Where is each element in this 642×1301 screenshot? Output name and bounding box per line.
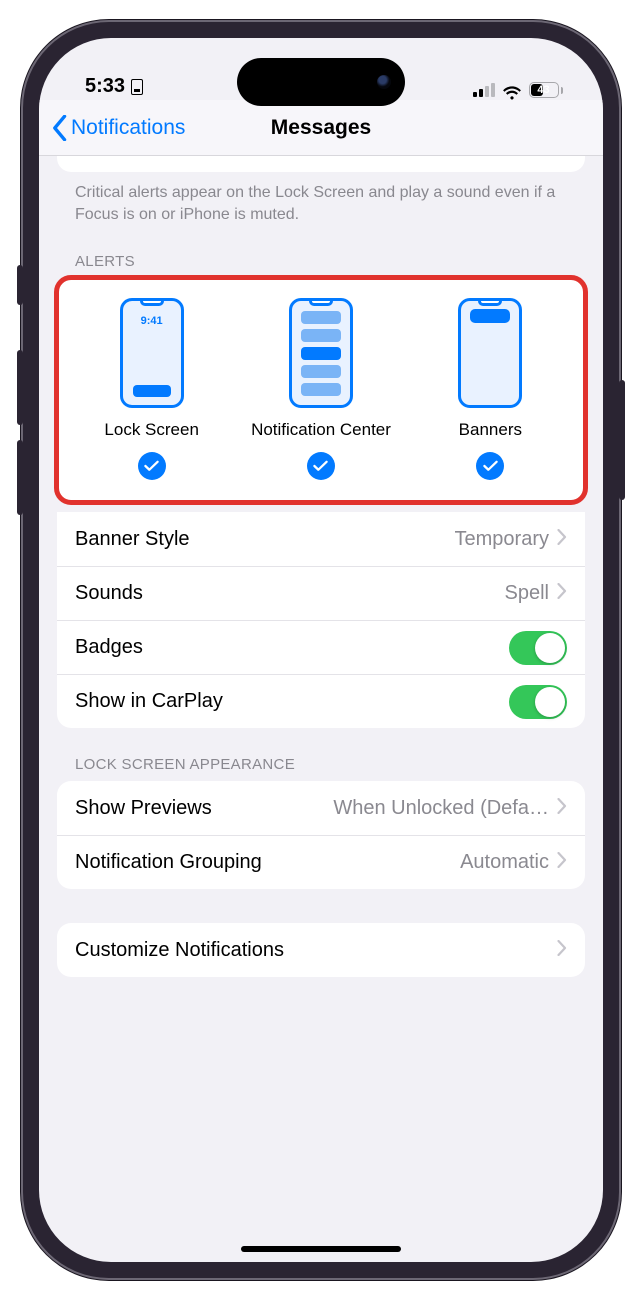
- badges-row[interactable]: Badges: [57, 620, 585, 674]
- battery-icon: 43: [529, 82, 564, 98]
- chevron-right-icon: [557, 851, 567, 874]
- cell-signal-icon: [473, 83, 495, 97]
- checkmark-icon: [307, 452, 335, 480]
- badges-toggle[interactable]: [509, 631, 567, 665]
- phone-frame: 5:33 43 Notifications Messages: [21, 20, 621, 1280]
- customize-group: Customize Notifications: [57, 923, 585, 977]
- chevron-left-icon: [51, 115, 69, 141]
- time-sensitive-row[interactable]: Time Sensitive Notifications: [57, 156, 585, 172]
- alert-option-lock-screen[interactable]: 9:41 Lock Screen: [67, 298, 236, 480]
- alert-option-banners[interactable]: Banners: [406, 298, 575, 480]
- nav-bar: Notifications Messages: [39, 100, 603, 156]
- alert-option-notification-center[interactable]: Notification Center: [236, 298, 405, 480]
- checkmark-icon: [476, 452, 504, 480]
- volume-down-button: [17, 440, 23, 515]
- wifi-icon: [502, 83, 522, 97]
- alert-label: Notification Center: [251, 420, 391, 440]
- sim-card-icon: [131, 79, 143, 95]
- row-label: Show in CarPlay: [75, 690, 509, 713]
- row-label: Notification Grouping: [75, 851, 460, 874]
- row-value: When Unlocked (Defa…: [333, 797, 549, 820]
- chevron-right-icon: [557, 528, 567, 551]
- alerts-box: 9:41 Lock Screen Notification Center: [57, 278, 585, 502]
- row-value: Spell: [505, 582, 549, 605]
- carplay-row[interactable]: Show in CarPlay: [57, 674, 585, 728]
- back-label: Notifications: [71, 116, 185, 140]
- back-button[interactable]: Notifications: [51, 115, 185, 141]
- critical-alerts-note: Critical alerts appear on the Lock Scree…: [39, 172, 603, 225]
- battery-percent: 43: [537, 84, 549, 96]
- chevron-right-icon: [557, 582, 567, 605]
- carplay-toggle[interactable]: [509, 685, 567, 719]
- alert-label: Lock Screen: [104, 420, 199, 440]
- chevron-right-icon: [557, 939, 567, 962]
- home-indicator[interactable]: [241, 1246, 401, 1252]
- row-value: Automatic: [460, 851, 549, 874]
- chevron-right-icon: [557, 797, 567, 820]
- status-time: 5:33: [85, 75, 125, 98]
- volume-up-button: [17, 350, 23, 425]
- alert-label: Banners: [459, 420, 522, 440]
- notification-center-illustration: [289, 298, 353, 408]
- row-label: Show Previews: [75, 797, 333, 820]
- checkmark-icon: [138, 452, 166, 480]
- silence-switch: [17, 265, 23, 305]
- customize-notifications-row[interactable]: Customize Notifications: [57, 923, 585, 977]
- row-label: Banner Style: [75, 528, 455, 551]
- lock-appearance-group: Show Previews When Unlocked (Defa… Notif…: [57, 781, 585, 889]
- notification-grouping-row[interactable]: Notification Grouping Automatic: [57, 835, 585, 889]
- page-title: Messages: [271, 116, 371, 140]
- alert-settings-group: Banner Style Temporary Sounds Spell Badg…: [57, 512, 585, 728]
- banner-style-row[interactable]: Banner Style Temporary: [57, 512, 585, 566]
- time-sensitive-group: Time Sensitive Notifications: [57, 156, 585, 172]
- alerts-header: ALERTS: [39, 225, 603, 278]
- screen: 5:33 43 Notifications Messages: [39, 38, 603, 1262]
- row-label: Badges: [75, 636, 509, 659]
- lock-appearance-header: LOCK SCREEN APPEARANCE: [39, 728, 603, 781]
- row-value: Temporary: [455, 528, 549, 551]
- content: Time Sensitive Notifications Critical al…: [39, 156, 603, 1262]
- banners-illustration: [458, 298, 522, 408]
- row-label: Sounds: [75, 582, 505, 605]
- sounds-row[interactable]: Sounds Spell: [57, 566, 585, 620]
- power-button: [619, 380, 625, 500]
- dynamic-island: [237, 58, 405, 106]
- lock-screen-illustration: 9:41: [120, 298, 184, 408]
- row-label: Customize Notifications: [75, 939, 557, 962]
- show-previews-row[interactable]: Show Previews When Unlocked (Defa…: [57, 781, 585, 835]
